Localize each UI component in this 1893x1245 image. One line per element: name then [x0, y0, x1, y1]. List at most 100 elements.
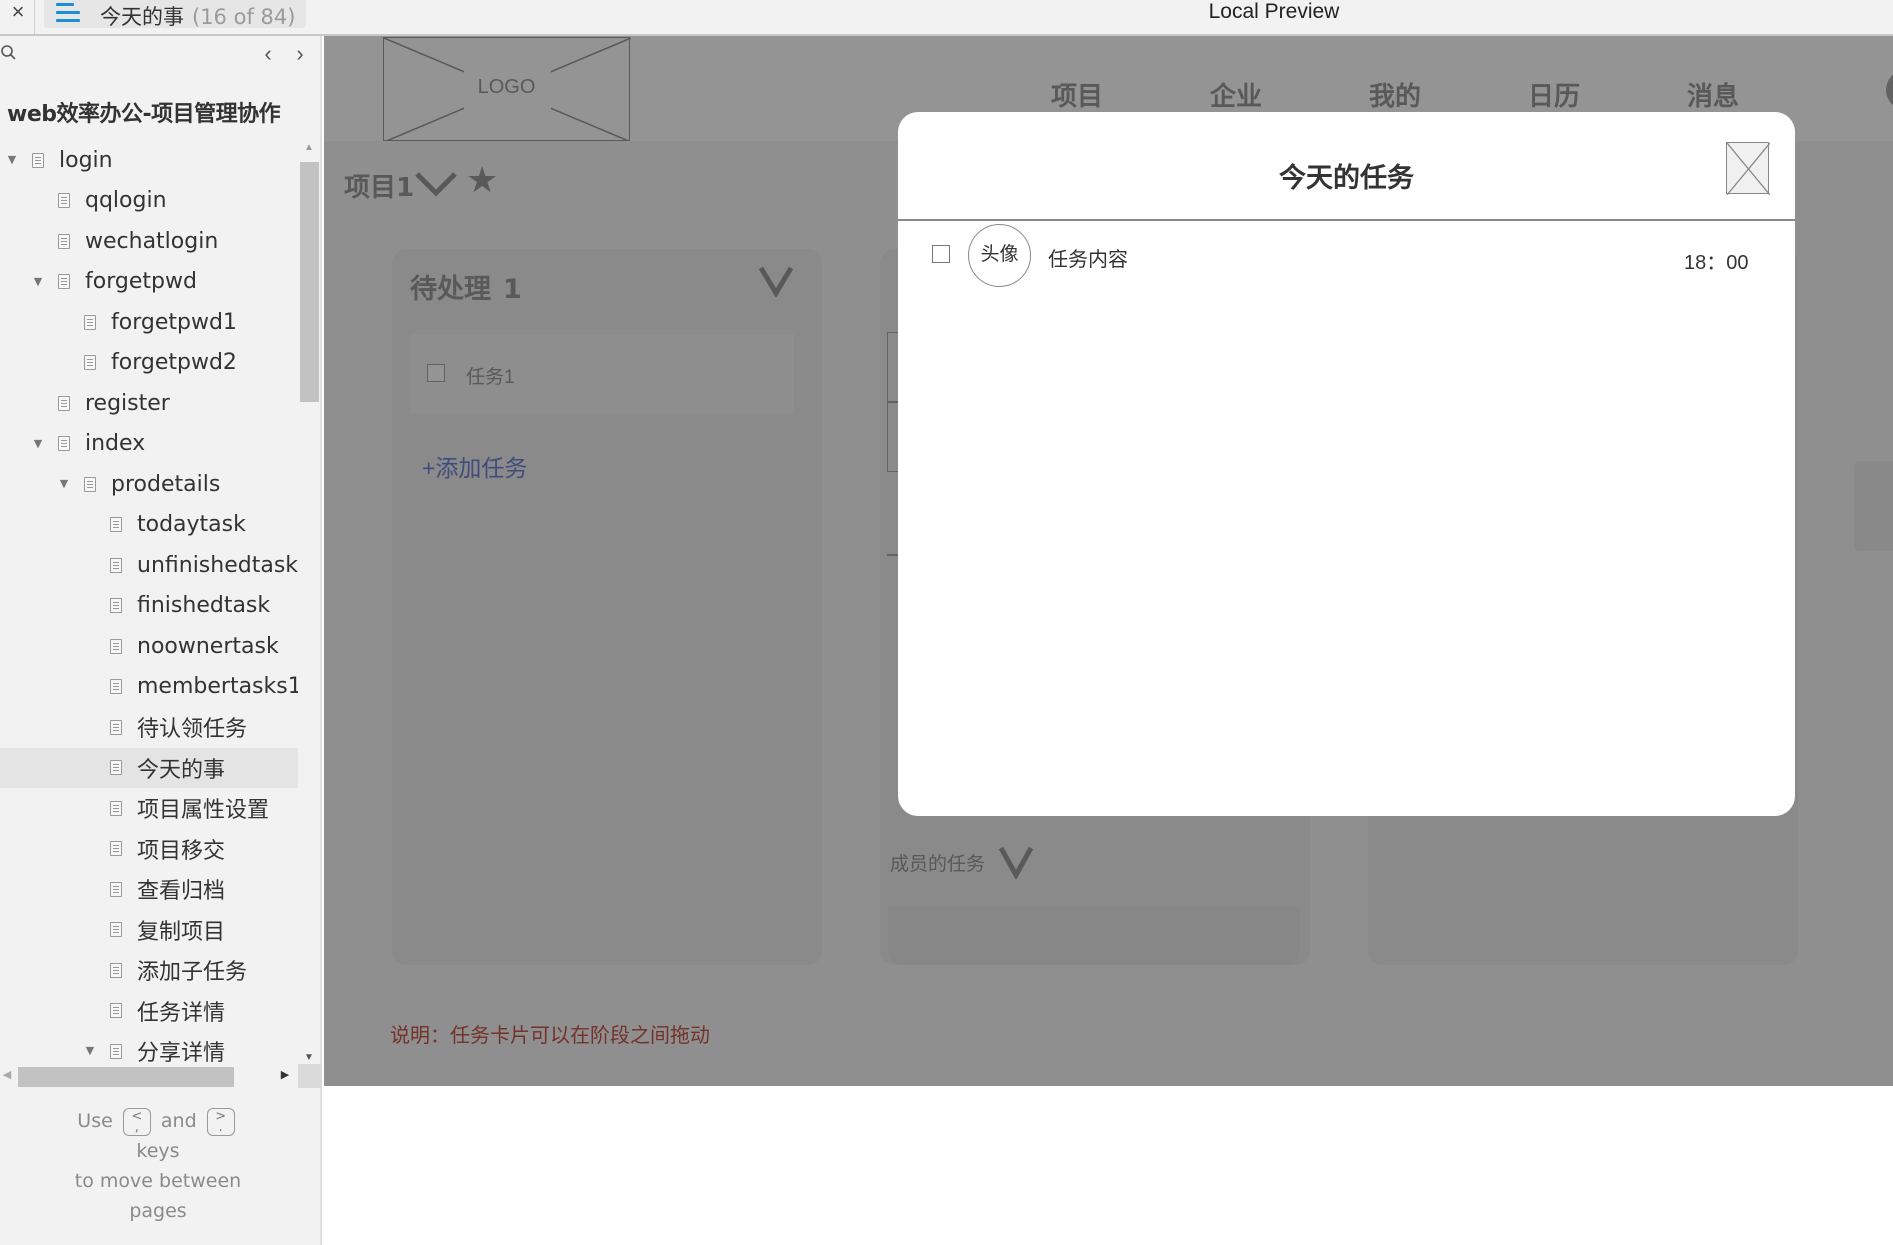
page-icon: [84, 355, 96, 371]
tree-item-label: 分享详情: [137, 1041, 226, 1067]
sidebar: ‹ › web效率办公-项目管理协作 ▼ login qqlogin wechatlo…: [0, 36, 322, 1245]
page-icon: [110, 841, 122, 857]
tree-item[interactable]: 查看归档: [0, 869, 298, 910]
tree-item-label: 添加子任务: [137, 960, 248, 986]
vertical-scrollbar[interactable]: ▲ ▼: [298, 140, 320, 1068]
page-icon: [58, 436, 70, 452]
window-title: Local Preview: [1208, 0, 1340, 23]
tree-item[interactable]: membertasks1: [0, 667, 298, 708]
page-tree: ▼ login qqlogin wechatlogin ▼ forgetpwd forget…: [0, 140, 298, 1068]
tree-item[interactable]: ▼ 分享详情: [0, 1031, 298, 1068]
title-bar: × 今天的事 (16 of 84) Local Preview: [0, 0, 1893, 36]
page-icon: [110, 598, 122, 614]
tree-item[interactable]: ▼ login: [0, 140, 298, 181]
tree-item[interactable]: 今天的事: [0, 747, 298, 788]
tree-item[interactable]: noownertask: [0, 626, 298, 667]
scroll-up-arrow-icon[interactable]: ▲: [302, 142, 316, 156]
tree-item-label: login: [59, 147, 113, 173]
next-page-button[interactable]: ›: [290, 43, 310, 66]
tree-item-label: 复制项目: [137, 919, 226, 945]
tree-item-label: 任务详情: [137, 1000, 226, 1026]
task-checkbox[interactable]: [932, 245, 950, 263]
tree-item[interactable]: unfinishedtask: [0, 545, 298, 586]
page-selector[interactable]: 今天的事 (16 of 84): [44, 0, 306, 31]
tree-item-label: 项目属性设置: [137, 798, 270, 824]
task-row[interactable]: 头像 任务内容 18：00: [898, 222, 1795, 292]
prev-key-icon: <,: [122, 1107, 151, 1136]
horizontal-scrollbar[interactable]: ◀ ▶: [0, 1064, 298, 1088]
search-icon[interactable]: [0, 44, 20, 64]
tree-item-label: forgetpwd2: [111, 350, 237, 376]
tree-item-label: qqlogin: [85, 188, 167, 214]
next-key-icon: >.: [206, 1107, 235, 1136]
tree-item[interactable]: register: [0, 383, 298, 424]
page-icon: [110, 1003, 122, 1019]
page-icon: [110, 881, 122, 897]
task-content[interactable]: 任务内容: [1048, 243, 1128, 272]
current-page-name: 今天的事: [100, 5, 184, 29]
tree-item[interactable]: 待认领任务: [0, 707, 298, 748]
dialog-title: 今天的任务: [1279, 163, 1414, 194]
page-icon: [110, 517, 122, 533]
menu-icon[interactable]: [56, 3, 80, 23]
tree-item[interactable]: 任务详情: [0, 991, 298, 1032]
tree-item-label: prodetails: [111, 471, 221, 497]
page-icon: [84, 314, 96, 330]
page-icon: [110, 719, 122, 735]
today-tasks-dialog: 今天的任务 头像 任务内容 18：00: [898, 112, 1795, 816]
scroll-right-arrow-icon[interactable]: ▶: [278, 1068, 292, 1084]
page-icon: [58, 233, 70, 249]
current-page-label: 今天的事 (16 of 84): [100, 1, 295, 31]
tree-item[interactable]: todaytask: [0, 505, 298, 546]
page-count: (16 of 84): [192, 5, 296, 29]
tree-item[interactable]: 添加子任务: [0, 950, 298, 991]
close-preview-button[interactable]: ×: [4, 0, 32, 34]
assignee-avatar: 头像: [968, 224, 1031, 287]
project-title: web效率办公-项目管理协作: [7, 102, 281, 127]
horizontal-scrollbar-thumb[interactable]: [18, 1067, 234, 1087]
expand-caret-icon[interactable]: ▼: [32, 437, 44, 450]
tree-item[interactable]: 复制项目: [0, 910, 298, 951]
tree-item-label: wechatlogin: [85, 228, 219, 254]
tree-item[interactable]: qqlogin: [0, 181, 298, 222]
expand-caret-icon[interactable]: ▼: [6, 154, 18, 166]
hint-line2: to move between: [74, 1170, 242, 1192]
scroll-left-arrow-icon[interactable]: ◀: [0, 1068, 14, 1084]
dialog-divider: [898, 219, 1795, 221]
hint-line3: pages: [129, 1200, 187, 1222]
task-time: 18：00: [1684, 252, 1749, 274]
tree-item[interactable]: ▼ index: [0, 424, 298, 465]
tree-item[interactable]: wechatlogin: [0, 221, 298, 262]
expand-caret-icon[interactable]: ▼: [84, 1045, 96, 1057]
scrollbar-thumb[interactable]: [300, 162, 319, 402]
page-icon: [84, 476, 96, 492]
tree-item-label: 今天的事: [137, 757, 226, 783]
tree-item[interactable]: forgetpwd1: [0, 302, 298, 343]
close-dialog-button[interactable]: [1726, 142, 1770, 195]
page-icon: [110, 557, 122, 573]
tree-item[interactable]: 项目移交: [0, 829, 298, 870]
tree-item[interactable]: ▼ prodetails: [0, 464, 298, 505]
page-icon: [58, 395, 70, 411]
hint-and: and: [160, 1110, 197, 1132]
previous-page-button[interactable]: ‹: [258, 43, 278, 66]
close-icon: [1727, 143, 1770, 195]
tree-item[interactable]: finishedtask: [0, 586, 298, 627]
tree-item-label: todaytask: [137, 512, 246, 538]
tree-item-label: 查看归档: [137, 879, 226, 905]
hint-keys: keys: [136, 1140, 180, 1162]
tree-item-label: 项目移交: [137, 838, 226, 864]
tree-item-label: noownertask: [137, 633, 279, 659]
tree-item-label: forgetpwd1: [111, 309, 237, 335]
tree-item-label: unfinishedtask: [137, 552, 298, 578]
tree-item-label: index: [85, 431, 146, 457]
tree-item[interactable]: 项目属性设置: [0, 788, 298, 829]
expand-caret-icon[interactable]: ▼: [58, 478, 70, 490]
tree-item[interactable]: forgetpwd2: [0, 343, 298, 384]
page-icon: [32, 152, 44, 168]
expand-caret-icon[interactable]: ▼: [32, 275, 44, 288]
page-icon: [110, 800, 122, 816]
tree-item[interactable]: ▼ forgetpwd: [0, 262, 298, 303]
divider: [34, 0, 35, 34]
tree-item-label: membertasks1: [137, 674, 298, 700]
